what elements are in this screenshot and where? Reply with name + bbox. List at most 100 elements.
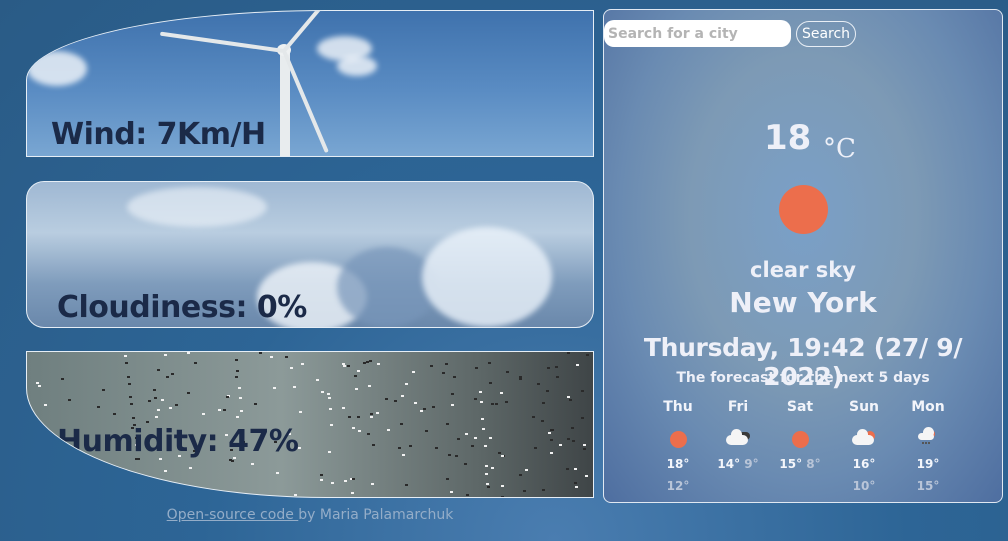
bird-speck	[235, 416, 239, 419]
bird-speck	[367, 433, 371, 436]
bird-speck	[442, 371, 446, 374]
bird-speck	[397, 446, 401, 449]
forecast-low: 10°	[852, 479, 876, 493]
open-source-link[interactable]: Open-source code	[167, 507, 299, 523]
bird-speck	[457, 438, 461, 441]
bird-speck	[328, 450, 332, 453]
bird-speck	[497, 452, 501, 455]
wind-turbine-blade	[159, 31, 285, 53]
bird-speck	[444, 363, 448, 366]
search-input[interactable]	[604, 20, 791, 47]
search-button[interactable]: Search	[796, 21, 856, 47]
bird-speck	[432, 405, 436, 408]
bird-speck	[352, 426, 356, 429]
cloud-image-detail	[337, 56, 377, 76]
bird-speck	[356, 370, 360, 373]
bird-speck	[124, 355, 128, 358]
bird-speck	[251, 463, 255, 466]
bird-speck	[547, 432, 551, 435]
bird-speck	[46, 461, 50, 464]
bird-speck	[481, 428, 485, 431]
bird-speck	[127, 382, 131, 385]
bird-speck	[276, 472, 280, 475]
bird-speck	[501, 455, 505, 458]
bird-speck	[126, 375, 130, 378]
bird-speck	[236, 369, 240, 372]
bird-speck	[571, 440, 575, 443]
bird-speck	[328, 397, 332, 400]
bird-speck	[518, 474, 522, 477]
bird-speck	[481, 418, 485, 421]
bird-speck	[290, 367, 294, 370]
weather-description: clear sky	[750, 258, 856, 282]
wind-value: 7Km/H	[156, 117, 266, 152]
bird-speck	[500, 495, 504, 497]
bird-speck	[500, 484, 504, 487]
bird-speck	[400, 394, 404, 397]
cloud-image-detail	[337, 247, 437, 327]
bird-speck	[484, 473, 488, 476]
bird-speck	[132, 416, 135, 419]
bird-speck	[445, 478, 449, 481]
forecast-day: Sun 16° 10°	[834, 399, 894, 493]
bird-speck	[330, 481, 334, 484]
bird-speck	[571, 426, 575, 429]
forecast-high: 15°	[779, 457, 803, 471]
bird-speck	[238, 386, 242, 389]
bird-speck	[347, 365, 351, 368]
bird-speck	[166, 375, 170, 378]
bird-speck	[463, 463, 467, 466]
bird-speck	[145, 421, 149, 424]
forecast-day: Fri 14° 9°	[708, 399, 768, 471]
bird-speck	[551, 429, 555, 432]
bird-speck	[420, 410, 423, 413]
bird-speck	[122, 486, 126, 489]
bird-speck	[485, 465, 489, 468]
bird-speck	[97, 405, 101, 408]
forecast-day-name: Thu	[663, 399, 693, 415]
bird-speck	[450, 403, 454, 406]
bird-speck	[366, 361, 370, 364]
forecast-low: 8°	[806, 457, 821, 471]
bird-speck	[320, 391, 324, 394]
bird-speck	[464, 433, 468, 436]
bird-speck	[238, 397, 242, 400]
bird-speck	[584, 475, 588, 477]
bird-speck	[574, 481, 578, 484]
forecast-low: 9°	[744, 457, 759, 471]
forecast-high: 14°	[717, 457, 741, 471]
bird-speck	[235, 359, 239, 362]
bird-speck	[44, 404, 48, 407]
bird-speck	[285, 355, 289, 358]
bird-speck	[559, 444, 563, 447]
bird-speck	[344, 479, 348, 482]
rain-sun-icon	[898, 427, 958, 453]
bird-speck	[470, 444, 474, 447]
bird-speck	[540, 420, 544, 423]
forecast-list: Thu 18° 12° Fri 14° 9° Sat 15° 8° Sun 16…	[646, 399, 976, 499]
bird-speck	[148, 399, 152, 402]
bird-speck	[479, 390, 483, 393]
forecast-day: Thu 18° 12°	[648, 399, 708, 493]
bird-speck	[583, 447, 587, 450]
bird-speck	[353, 374, 357, 377]
bird-speck	[401, 454, 405, 457]
forecast-day: Mon 19° 15°	[898, 399, 958, 493]
bird-speck	[425, 430, 429, 433]
temperature-unit[interactable]: °C	[823, 134, 856, 164]
bird-speck	[354, 388, 358, 391]
bird-speck	[156, 369, 160, 372]
bird-speck	[534, 446, 538, 449]
bird-speck	[357, 429, 361, 432]
bird-speck	[453, 376, 457, 379]
bird-speck	[400, 422, 404, 425]
bird-speck	[370, 416, 374, 419]
bird-speck	[504, 401, 508, 404]
bird-speck	[474, 398, 478, 401]
bird-speck	[228, 459, 232, 462]
bird-speck	[500, 392, 504, 395]
cloud-image-detail	[127, 187, 267, 227]
bird-speck	[480, 400, 484, 403]
bird-speck	[171, 373, 175, 376]
bird-speck	[384, 397, 388, 400]
